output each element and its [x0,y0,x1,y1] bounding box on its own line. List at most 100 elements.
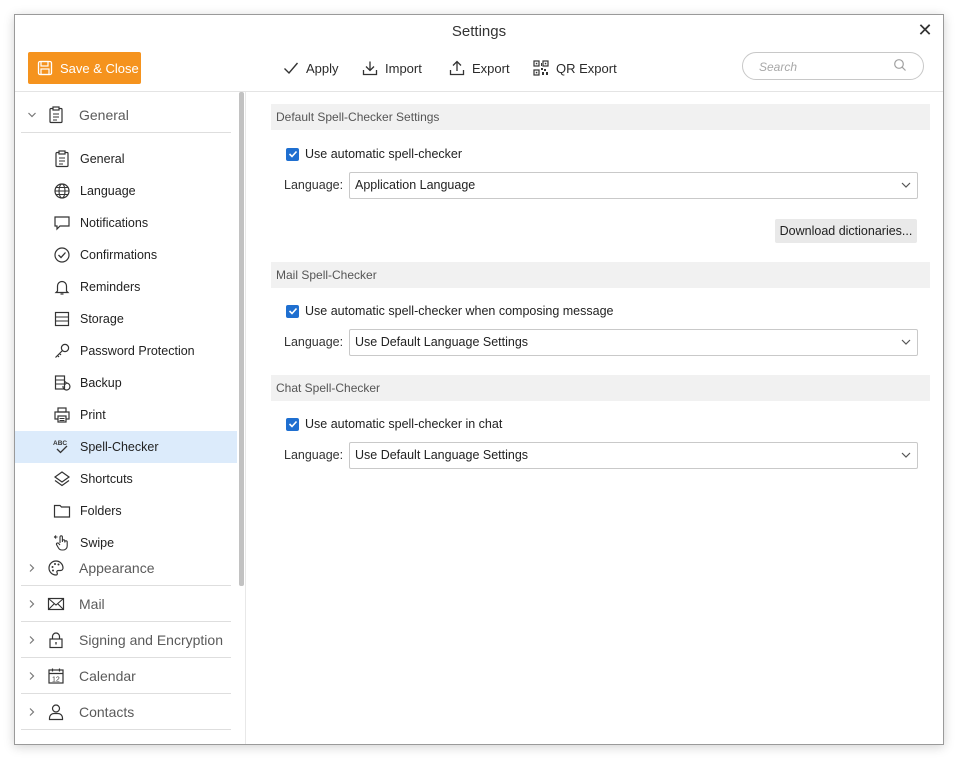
save-icon [37,60,53,76]
group-appearance[interactable]: Appearance [21,551,231,586]
group-general[interactable]: General [21,98,231,133]
checkbox-label: Use automatic spell-checker in chat [305,417,503,431]
sidebar-item-label: Reminders [80,280,141,294]
group-label: Calendar [79,668,136,684]
checkbox-checked-icon[interactable] [286,147,299,161]
save-close-label: Save & Close [60,60,139,76]
chat-bubble-icon [51,212,73,234]
select-value: Use Default Language Settings [355,335,529,349]
group-label: Mail [79,596,105,612]
import-icon [362,61,378,76]
sidebar-item-spell-checker[interactable]: ABC Spell-Checker [15,431,237,463]
check-circle-icon [51,244,73,266]
sidebar-item-backup[interactable]: Backup [15,367,237,399]
export-button[interactable]: Export [449,57,510,79]
sidebar-item-notifications[interactable]: Notifications [15,207,237,239]
chevron-right-icon [23,671,41,681]
default-spellcheck-checkbox[interactable]: Use automatic spell-checker [286,144,462,164]
chevron-right-icon [23,707,41,717]
clipboard-icon [51,148,73,170]
key-icon [51,340,73,362]
default-language-select[interactable]: Application Language [349,172,918,199]
language-label: Language: [284,178,344,192]
mail-spellcheck-checkbox[interactable]: Use automatic spell-checker when composi… [286,301,613,321]
import-label: Import [385,60,422,76]
sidebar-item-label: Confirmations [80,248,158,262]
chevron-right-icon [23,599,41,609]
checkbox-label: Use automatic spell-checker when composi… [305,304,614,318]
sidebar-item-label: Swipe [80,536,115,550]
mail-language-select[interactable]: Use Default Language Settings [349,329,918,356]
section-header-mail: Mail Spell-Checker [271,262,930,288]
sidebar-item-label: General [80,152,125,166]
sidebar-item-general[interactable]: General [15,143,237,175]
export-icon [449,60,465,76]
calendar-icon: 12 [47,667,69,685]
group-label: General [79,107,129,123]
select-value: Use Default Language Settings [355,448,529,462]
shortcuts-icon [51,468,73,490]
apply-button[interactable]: Apply [283,57,339,79]
section-title: Default Spell-Checker Settings [276,110,440,124]
language-label: Language: [284,335,344,349]
search-input[interactable] [757,57,891,77]
chat-language-select[interactable]: Use Default Language Settings [349,442,918,469]
qr-code-icon [533,60,549,76]
sidebar-item-label: Shortcuts [80,472,133,486]
group-mail[interactable]: Mail [21,587,231,622]
bell-icon [51,276,73,298]
section-title: Mail Spell-Checker [276,268,377,282]
checkmark-icon [284,62,299,75]
checkbox-label: Use automatic spell-checker [305,147,463,161]
sidebar-item-label: Notifications [80,216,149,230]
checkbox-checked-icon[interactable] [286,417,299,431]
sidebar-item-reminders[interactable]: Reminders [15,271,237,303]
download-dictionaries-button[interactable]: Download dictionaries... [775,219,917,243]
group-calendar[interactable]: 12 Calendar [21,659,231,694]
sidebar-item-folders[interactable]: Folders [15,495,237,527]
sidebar-item-print[interactable]: Print [15,399,237,431]
backup-icon [51,372,73,394]
group-label: Appearance [79,560,155,576]
storage-icon [51,308,73,330]
chevron-down-icon [901,452,911,458]
section-header-default: Default Spell-Checker Settings [271,104,930,130]
palette-icon [47,559,69,577]
sidebar-item-password-protection[interactable]: Password Protection [15,335,237,367]
sidebar-item-storage[interactable]: Storage [15,303,237,335]
import-button[interactable]: Import [362,57,422,79]
section-header-chat: Chat Spell-Checker [271,375,930,401]
checkbox-checked-icon[interactable] [286,304,299,318]
person-icon [47,703,69,721]
section-title: Chat Spell-Checker [276,381,381,395]
apply-label: Apply [306,60,339,76]
group-label: Signing and Encryption [79,632,223,648]
group-signing-encryption[interactable]: Signing and Encryption [21,623,231,658]
language-label: Language: [284,448,344,462]
chevron-right-icon [23,635,41,645]
lock-icon [47,631,69,649]
settings-sidebar: General General Language Notifications C [15,92,246,744]
group-contacts[interactable]: Contacts [21,695,231,730]
sidebar-item-label: Language [80,184,136,198]
sidebar-item-label: Storage [80,312,124,326]
sidebar-item-confirmations[interactable]: Confirmations [15,239,237,271]
chat-spellcheck-checkbox[interactable]: Use automatic spell-checker in chat [286,414,502,434]
close-icon[interactable]: ✕ [915,19,935,41]
sidebar-item-shortcuts[interactable]: Shortcuts [15,463,237,495]
chevron-down-icon [901,339,911,345]
search-box[interactable] [742,52,924,80]
toolbar: Save & Close Apply Import Export QR Expo… [15,49,943,92]
settings-window: Settings ✕ Save & Close Apply Import Exp… [14,14,944,745]
export-label: Export [472,60,510,76]
folder-icon [51,500,73,522]
qr-export-button[interactable]: QR Export [533,57,617,79]
search-icon [894,59,906,71]
printer-icon [51,404,73,426]
sidebar-item-language[interactable]: Language [15,175,237,207]
globe-icon [51,180,73,202]
sidebar-scrollbar[interactable] [239,92,244,586]
save-close-button[interactable]: Save & Close [28,52,141,84]
svg-text:12: 12 [52,677,60,684]
sidebar-item-label: Print [80,408,106,422]
